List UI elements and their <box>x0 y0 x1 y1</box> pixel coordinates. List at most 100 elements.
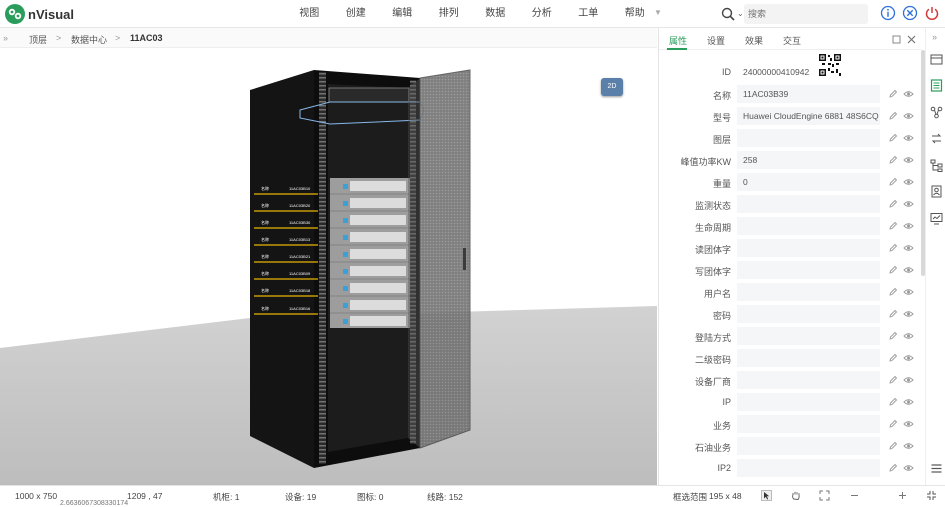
edit-pencil-icon[interactable] <box>888 177 898 187</box>
visibility-eye-icon[interactable] <box>903 155 914 165</box>
property-value-field[interactable]: Huawei CloudEngine 6881 48S6CQ <box>737 107 880 125</box>
edit-pencil-icon[interactable] <box>888 89 898 99</box>
search-input[interactable] <box>744 4 868 24</box>
menu-create[interactable]: 创建 <box>333 0 380 28</box>
edit-pencil-icon[interactable] <box>888 199 898 209</box>
tab-properties[interactable]: 属性 <box>669 34 687 47</box>
visibility-eye-icon[interactable] <box>903 375 914 385</box>
edit-pencil-icon[interactable] <box>888 287 898 297</box>
visibility-eye-icon[interactable] <box>903 199 914 209</box>
rack-3d-scene[interactable] <box>0 48 657 485</box>
breadcrumb-item-datacenter[interactable]: 数据中心 <box>71 33 107 46</box>
edit-pencil-icon[interactable] <box>888 221 898 231</box>
menu-arrange[interactable]: 排列 <box>426 0 473 28</box>
property-value-field[interactable]: 258 <box>737 151 880 169</box>
edit-pencil-icon[interactable] <box>888 441 898 451</box>
contacts-icon[interactable] <box>930 185 943 198</box>
menu-help[interactable]: 帮助 <box>612 0 659 28</box>
visibility-eye-icon[interactable] <box>903 309 914 319</box>
property-value-field[interactable] <box>737 283 880 301</box>
property-value-field[interactable] <box>737 349 880 367</box>
menu-workorder[interactable]: 工单 <box>565 0 612 28</box>
property-row: 设备厂商 <box>659 371 921 389</box>
pointer-tool-icon[interactable] <box>761 490 772 501</box>
breadcrumb-item-top[interactable]: 顶层 <box>29 33 47 46</box>
hamburger-menu-icon[interactable] <box>930 462 943 475</box>
property-value-field[interactable] <box>737 261 880 279</box>
visibility-eye-icon[interactable] <box>903 133 914 143</box>
search-icon[interactable] <box>720 6 736 22</box>
visibility-eye-icon[interactable] <box>903 441 914 451</box>
tab-settings[interactable]: 设置 <box>707 34 725 47</box>
edit-pencil-icon[interactable] <box>888 309 898 319</box>
zoom-out-icon[interactable] <box>849 490 860 501</box>
fit-screen-icon[interactable] <box>819 490 830 501</box>
visibility-eye-icon[interactable] <box>903 89 914 99</box>
edit-pencil-icon[interactable] <box>888 463 898 473</box>
fullscreen-icon[interactable] <box>926 490 937 501</box>
property-value-field[interactable] <box>737 217 880 235</box>
hand-pan-icon[interactable] <box>790 490 801 501</box>
property-value-field[interactable] <box>737 305 880 323</box>
visibility-eye-icon[interactable] <box>903 463 914 473</box>
monitor-icon[interactable] <box>930 212 943 225</box>
property-value-field[interactable]: 0 <box>737 173 880 191</box>
selected-switch-device[interactable] <box>328 87 410 103</box>
edit-pencil-icon[interactable] <box>888 419 898 429</box>
edit-pencil-icon[interactable] <box>888 331 898 341</box>
visibility-eye-icon[interactable] <box>903 243 914 253</box>
property-value-field[interactable] <box>737 437 880 455</box>
maximize-icon[interactable] <box>892 35 901 44</box>
menu-edit[interactable]: 编辑 <box>379 0 426 28</box>
edit-pencil-icon[interactable] <box>888 265 898 275</box>
visibility-eye-icon[interactable] <box>903 353 914 363</box>
property-value-field[interactable] <box>737 195 880 213</box>
collapse-left-chevron-icon[interactable]: » <box>3 33 8 43</box>
visibility-eye-icon[interactable] <box>903 331 914 341</box>
visibility-eye-icon[interactable] <box>903 221 914 231</box>
menu-analysis[interactable]: 分析 <box>519 0 566 28</box>
info-icon[interactable] <box>880 5 896 21</box>
server-stack[interactable] <box>330 178 410 328</box>
edit-pencil-icon[interactable] <box>888 397 898 407</box>
edit-pencil-icon[interactable] <box>888 133 898 143</box>
visibility-eye-icon[interactable] <box>903 419 914 429</box>
expand-right-chevron-icon[interactable]: » <box>932 32 937 42</box>
property-value-field[interactable] <box>737 239 880 257</box>
hierarchy-icon[interactable] <box>930 159 943 172</box>
property-value-field[interactable] <box>737 371 880 389</box>
swap-icon[interactable] <box>930 132 943 145</box>
visibility-eye-icon[interactable] <box>903 111 914 121</box>
edit-pencil-icon[interactable] <box>888 155 898 165</box>
search-scope-chevron-icon[interactable]: ⌄ <box>737 9 744 18</box>
menu-view[interactable]: 视图 <box>286 0 333 28</box>
rack-open-door[interactable] <box>419 69 471 449</box>
edit-pencil-icon[interactable] <box>888 353 898 363</box>
edit-pencil-icon[interactable] <box>888 375 898 385</box>
power-icon[interactable] <box>924 5 940 21</box>
visibility-eye-icon[interactable] <box>903 287 914 297</box>
edit-pencil-icon[interactable] <box>888 243 898 253</box>
toggle-2d-button[interactable]: 2D <box>601 78 623 96</box>
tab-interaction[interactable]: 交互 <box>783 34 801 47</box>
visibility-eye-icon[interactable] <box>903 397 914 407</box>
close-icon[interactable] <box>907 35 916 44</box>
menu-data[interactable]: 数据 <box>472 0 519 28</box>
zoom-in-icon[interactable] <box>897 490 908 501</box>
property-value-field[interactable] <box>737 415 880 433</box>
property-value-field[interactable]: 11AC03B39 <box>737 85 880 103</box>
3d-viewport[interactable]: 名称 11AC03B10 名称 11AC03B20 名称 11AC03B30 名… <box>0 48 657 485</box>
layers-panel-icon[interactable] <box>930 53 943 66</box>
property-value-field[interactable] <box>737 129 880 147</box>
visibility-eye-icon[interactable] <box>903 177 914 187</box>
properties-panel-icon[interactable] <box>930 79 943 92</box>
tab-effects[interactable]: 效果 <box>745 34 763 47</box>
network-icon[interactable] <box>930 106 943 119</box>
close-circle-icon[interactable] <box>902 5 918 21</box>
property-value-field[interactable] <box>737 393 880 411</box>
edit-pencil-icon[interactable] <box>888 111 898 121</box>
property-value-field[interactable] <box>737 327 880 345</box>
visibility-eye-icon[interactable] <box>903 265 914 275</box>
menu-more-chevron-icon[interactable]: ▼ <box>654 8 662 17</box>
property-value-field[interactable] <box>737 459 880 477</box>
